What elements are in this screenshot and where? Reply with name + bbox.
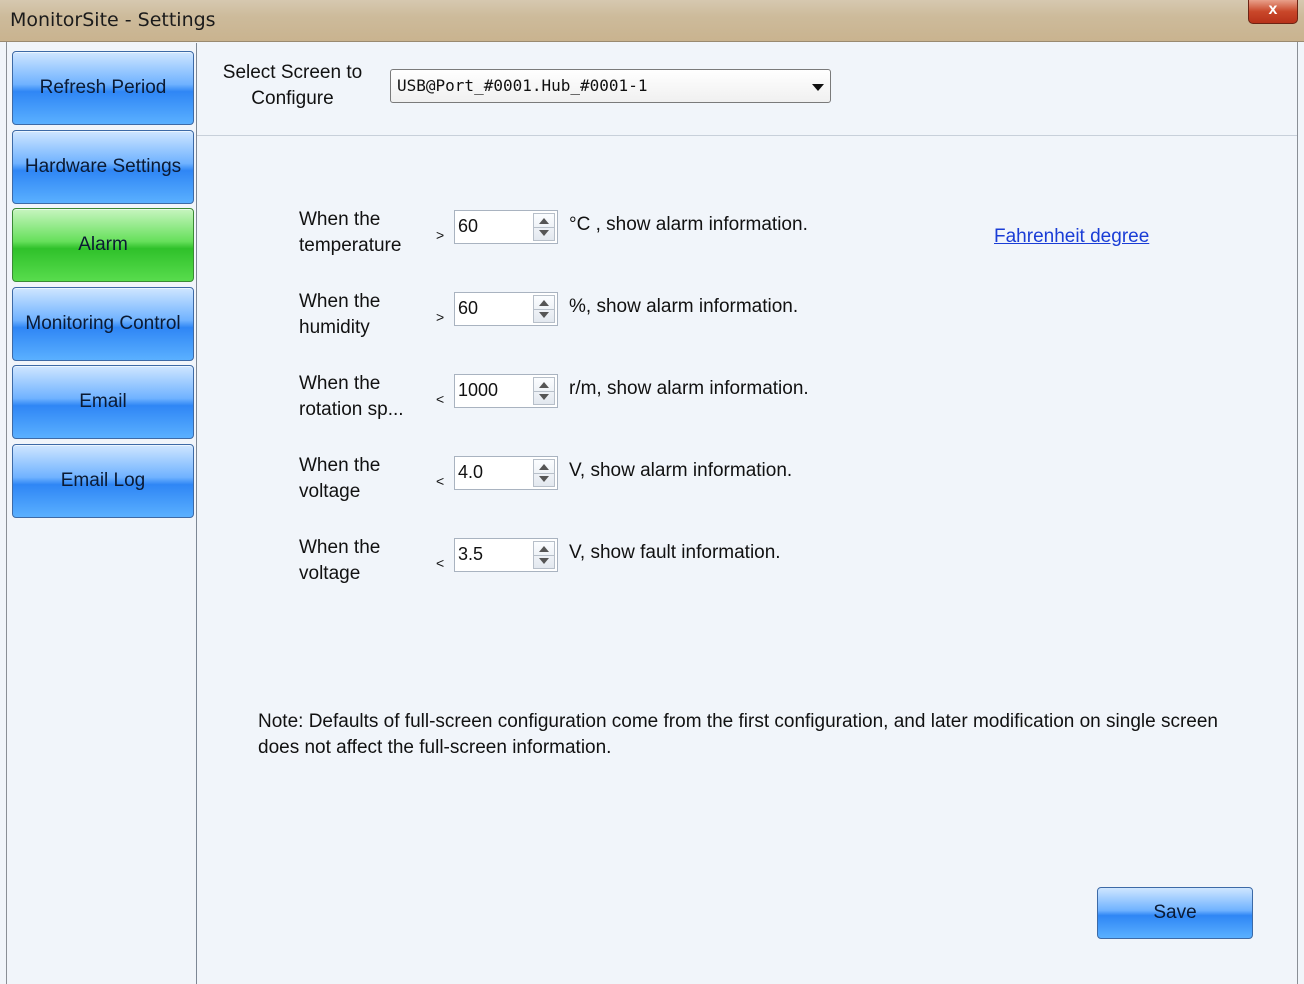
row-unit-text: V, show fault information. (569, 542, 781, 563)
spinner-divider (534, 473, 554, 474)
voltage-alarm-spinbox[interactable]: 4.0 (454, 456, 558, 490)
sidebar: Refresh Period Hardware Settings Alarm M… (7, 43, 197, 984)
temperature-spinbox[interactable]: 60 (454, 210, 558, 244)
sidebar-item-alarm[interactable]: Alarm (12, 208, 194, 282)
select-screen-label: Select Screen to Configure (222, 62, 363, 109)
spin-up-icon[interactable] (539, 546, 549, 552)
sidebar-item-email-log[interactable]: Email Log (12, 444, 194, 518)
row-label: When the voltage (299, 455, 381, 502)
spinner-divider (534, 309, 554, 310)
row-operator: < (436, 391, 445, 407)
screen-select-value: USB@Port_#0001.Hub_#0001-1 (397, 76, 648, 95)
fahrenheit-degree-link[interactable]: Fahrenheit degree (994, 226, 1149, 248)
chevron-down-icon[interactable] (812, 84, 824, 91)
spinner-buttons[interactable] (533, 459, 555, 487)
row-unit-text: r/m, show alarm information. (569, 378, 809, 399)
configuration-note: Note: Defaults of full-screen configurat… (258, 711, 1218, 758)
spinner-buttons[interactable] (533, 377, 555, 405)
voltage-fault-spinbox[interactable]: 3.5 (454, 538, 558, 572)
voltage-fault-value[interactable]: 3.5 (458, 544, 483, 565)
row-label: When the temperature (299, 209, 402, 256)
spin-up-icon[interactable] (539, 382, 549, 388)
spin-up-icon[interactable] (539, 218, 549, 224)
sidebar-item-email[interactable]: Email (12, 365, 194, 439)
settings-window (6, 42, 1298, 984)
row-operator: > (436, 309, 445, 325)
spin-up-icon[interactable] (539, 464, 549, 470)
spin-down-icon[interactable] (539, 394, 549, 400)
spin-up-icon[interactable] (539, 300, 549, 306)
humidity-spinbox[interactable]: 60 (454, 292, 558, 326)
spinner-divider (534, 227, 554, 228)
screen-select-dropdown[interactable]: USB@Port_#0001.Hub_#0001-1 (390, 69, 831, 103)
humidity-value[interactable]: 60 (458, 298, 478, 319)
row-label: When the voltage (299, 537, 381, 584)
row-label: When the humidity (299, 291, 381, 338)
sidebar-item-monitoring-control[interactable]: Monitoring Control (12, 287, 194, 361)
row-unit-text: V, show alarm information. (569, 460, 793, 481)
rotation-speed-spinbox[interactable]: 1000 (454, 374, 558, 408)
sidebar-item-hardware-settings[interactable]: Hardware Settings (12, 130, 194, 204)
spinner-buttons[interactable] (533, 295, 555, 323)
row-label: When the rotation sp... (299, 373, 404, 420)
row-operator: < (436, 473, 445, 489)
save-button[interactable]: Save (1097, 887, 1253, 939)
spinner-buttons[interactable] (533, 213, 555, 241)
spin-down-icon[interactable] (539, 476, 549, 482)
spin-down-icon[interactable] (539, 558, 549, 564)
window-title: MonitorSite - Settings (10, 9, 216, 31)
close-button[interactable]: x (1248, 0, 1298, 24)
spin-down-icon[interactable] (539, 312, 549, 318)
row-unit-text: %, show alarm information. (569, 296, 799, 317)
spin-down-icon[interactable] (539, 230, 549, 236)
spinner-buttons[interactable] (533, 541, 555, 569)
spinner-divider (534, 391, 554, 392)
row-unit-text: °C , show alarm information. (569, 214, 808, 235)
row-operator: > (436, 227, 445, 243)
voltage-alarm-value[interactable]: 4.0 (458, 462, 483, 483)
title-bar: MonitorSite - Settings x (0, 0, 1304, 42)
sidebar-item-refresh-period[interactable]: Refresh Period (12, 51, 194, 125)
row-operator: < (436, 555, 445, 571)
temperature-value[interactable]: 60 (458, 216, 478, 237)
spinner-divider (534, 555, 554, 556)
rotation-speed-value[interactable]: 1000 (458, 380, 498, 401)
